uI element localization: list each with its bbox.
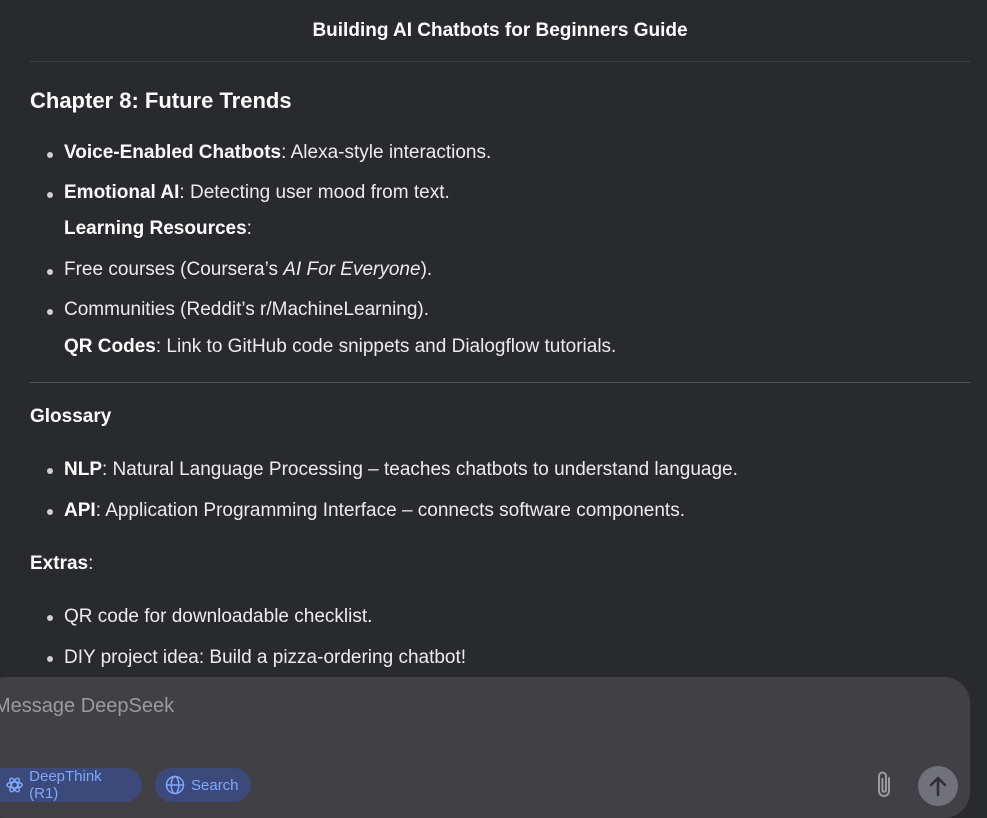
send-button[interactable] [918, 766, 958, 806]
text: Free courses (Coursera’s [64, 259, 284, 280]
chat-page: Building AI Chatbots for Beginners Guide… [0, 0, 987, 818]
divider [30, 382, 970, 383]
list-item: Communities (Reddit’s r/MachineLearning)… [64, 298, 429, 322]
bullet [47, 152, 53, 158]
extras-label: Extras: [30, 552, 93, 576]
qr-codes-line: QR Codes: Link to GitHub code snippets a… [64, 335, 616, 359]
term: Emotional AI [64, 182, 180, 203]
conversation-header: Building AI Chatbots for Beginners Guide [30, 0, 970, 62]
bullet [47, 509, 53, 515]
list-item: NLP: Natural Language Processing – teach… [64, 458, 738, 482]
bullet [47, 269, 53, 275]
term: QR Codes [64, 336, 156, 357]
list-item: Voice-Enabled Chatbots: Alexa-style inte… [64, 141, 491, 165]
list-item: DIY project idea: Build a pizza-ordering… [64, 646, 466, 670]
description: : Detecting user mood from text. [179, 182, 450, 203]
term: Learning Resources [64, 218, 247, 239]
message-composer[interactable]: Message DeepSeek DeepThink (R1) Search [0, 677, 970, 818]
text: ). [420, 259, 433, 280]
chapter-heading: Chapter 8: Future Trends [30, 88, 292, 113]
list-item: QR code for downloadable checklist. [64, 605, 372, 629]
description: : [88, 553, 94, 574]
text: QR code for downloadable checklist. [64, 606, 373, 627]
description: : Application Programming Interface – co… [95, 500, 685, 521]
globe-icon [165, 775, 185, 795]
description: : [246, 218, 252, 239]
text: Communities (Reddit’s r/MachineLearning)… [64, 299, 430, 320]
list-item: API: Application Programming Interface –… [64, 499, 685, 523]
term: NLP [64, 459, 102, 480]
bullet [47, 615, 53, 621]
deepthink-button[interactable]: DeepThink (R1) [0, 768, 142, 802]
description: : Alexa-style interactions. [281, 142, 492, 163]
arrow-up-icon [929, 776, 947, 797]
description: : Link to GitHub code snippets and Dialo… [155, 336, 617, 357]
course-title: AI For Everyone [283, 259, 421, 280]
text: DIY project idea: Build a pizza-ordering… [64, 647, 467, 668]
search-button[interactable]: Search [155, 768, 251, 802]
term: Voice-Enabled Chatbots [64, 142, 282, 163]
term: Extras [30, 553, 89, 574]
bullet [47, 656, 53, 662]
paperclip-icon[interactable] [872, 770, 898, 800]
bullet [47, 192, 53, 198]
glossary-heading: Glossary [30, 406, 112, 427]
description: : Natural Language Processing – teaches … [102, 459, 738, 480]
deepthink-label: DeepThink (R1) [29, 768, 102, 802]
list-item: Free courses (Coursera’s AI For Everyone… [64, 258, 432, 282]
search-label: Search [191, 776, 239, 794]
list-item: Emotional AI: Detecting user mood from t… [64, 181, 450, 205]
message-input[interactable]: Message DeepSeek [0, 695, 174, 718]
bullet [47, 468, 53, 474]
resources-label: Learning Resources: [64, 217, 252, 241]
atom-icon [6, 777, 23, 793]
conversation-title: Building AI Chatbots for Beginners Guide [312, 19, 688, 41]
term: API [64, 500, 96, 521]
bullet [47, 309, 53, 315]
